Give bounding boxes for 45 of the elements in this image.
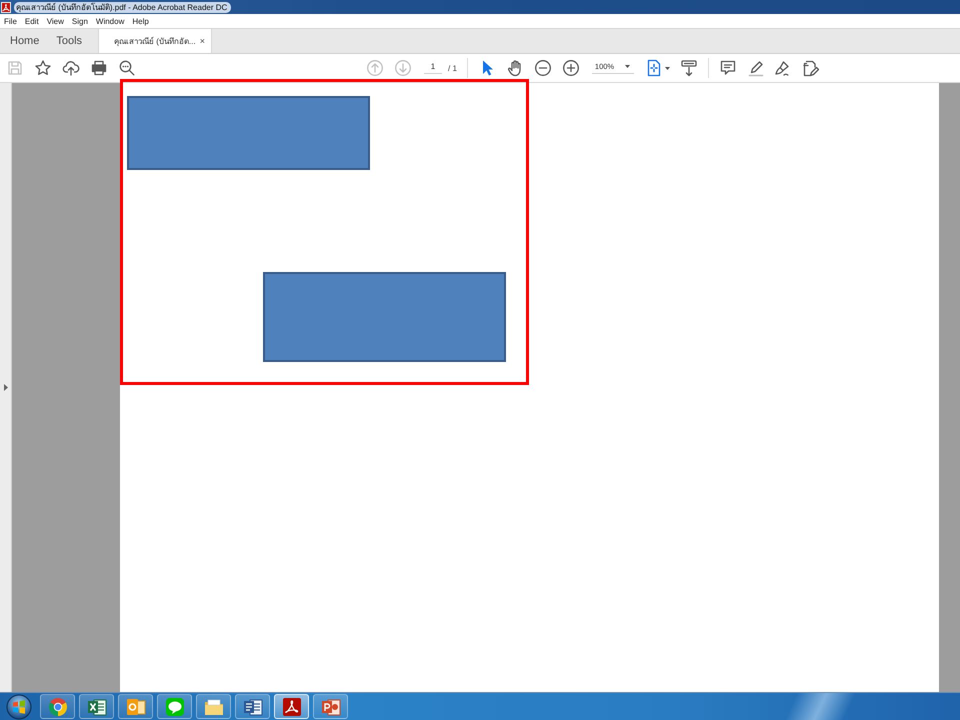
document-tab[interactable]: คุณเสาวณีย์ (บันทึกอัต... × [98,29,212,53]
star-icon[interactable] [34,59,52,77]
highlighter-pen-icon[interactable] [746,59,765,77]
slides-icon [320,696,340,716]
mail-icon [126,696,146,716]
word-document-icon [242,696,262,716]
taskbar-button[interactable] [157,694,192,719]
folder-icon [204,696,224,716]
taskbar-button[interactable] [118,694,153,719]
start-button-icon[interactable] [5,694,33,720]
menu-item[interactable]: View [46,16,64,26]
taskbar-button[interactable] [40,694,75,719]
spreadsheet-icon [86,696,106,716]
taskbar-button[interactable] [274,694,309,719]
search-icon[interactable] [118,59,136,77]
caret-icon [624,65,630,68]
page-count: / 1 [448,64,457,72]
taskbar-button[interactable] [313,694,348,719]
caret-icon [664,66,670,70]
expand-arrow-icon[interactable] [4,384,8,391]
printer-icon[interactable] [90,59,108,77]
close-tab-button[interactable]: × [200,36,206,46]
window-title: คุณเสาวณีย์ (บันทึกอัตโนมัติ).pdf - Adobe Acrobat Reader DC [14,2,232,12]
browser-icon [48,696,68,716]
comment-icon[interactable] [718,59,737,77]
page-number-field[interactable]: 1 [424,62,442,74]
taskbar-button[interactable] [235,694,270,719]
menu-item[interactable]: Edit [24,16,39,26]
zoom-in-icon[interactable] [562,59,580,77]
menu-item[interactable]: File [4,16,17,26]
menu-item[interactable]: Sign [72,16,88,26]
pen-nib-icon[interactable] [772,59,791,77]
scroll-mode-icon[interactable] [680,59,698,77]
menu-item[interactable]: Window [96,16,124,26]
taskbar-button[interactable] [196,694,231,719]
zoom-out-icon[interactable] [534,59,552,77]
cloud-upload-icon[interactable] [62,59,80,77]
menu-item[interactable]: Help [132,16,149,26]
taskbar-button[interactable] [79,694,114,719]
pdf-icon [282,696,302,716]
tab-title: คุณเสาวณีย์ (บันทึกอัต... [114,36,196,48]
tab[interactable]: Home [0,29,48,53]
tab[interactable]: Tools [47,29,98,53]
chat-bubble-icon [164,696,184,716]
document-pen-icon[interactable] [800,59,819,77]
